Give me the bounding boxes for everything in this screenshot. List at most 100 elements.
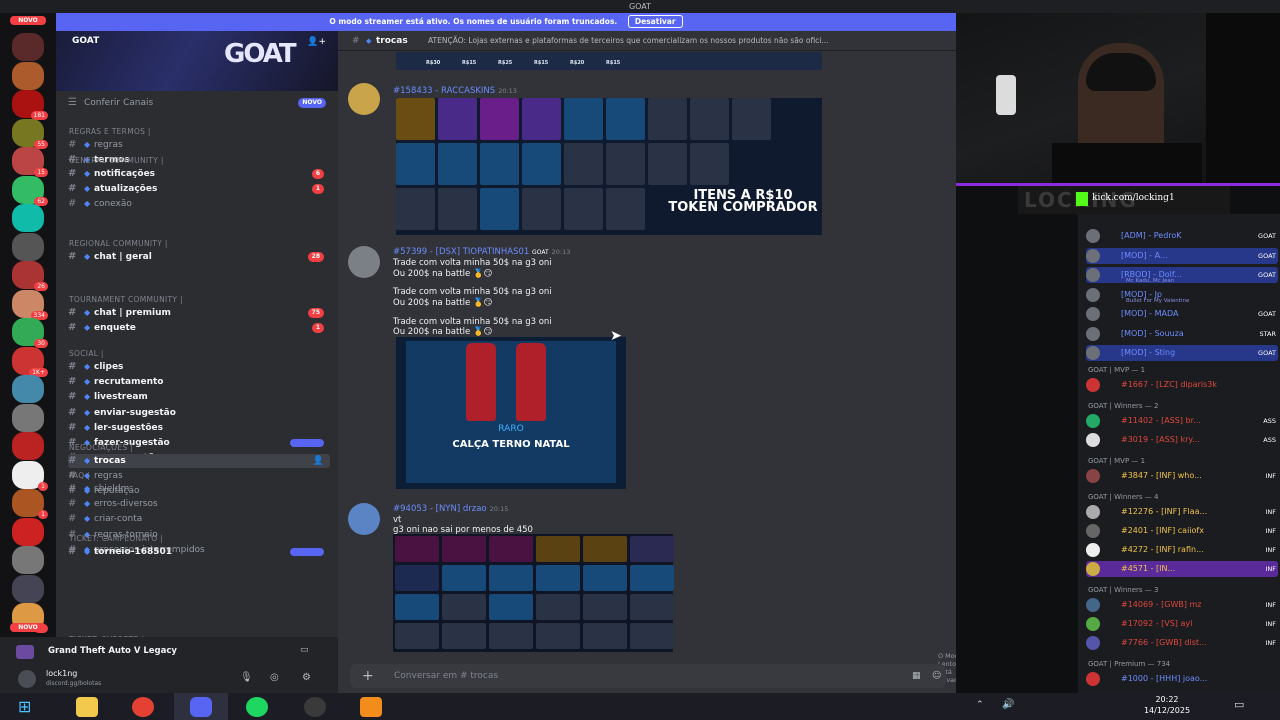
gear-icon[interactable]: ⚙ [302, 672, 311, 683]
server-icon[interactable] [12, 33, 44, 61]
server-icon[interactable]: 181 [12, 90, 48, 120]
headset-icon[interactable]: ◎ [270, 672, 279, 683]
channel-livestream[interactable]: # ◆ livestream [68, 390, 330, 404]
server-icon[interactable] [12, 403, 44, 432]
deactivate-button[interactable]: Desativar [627, 15, 683, 28]
file-explorer-icon[interactable] [76, 697, 98, 717]
channel-criar-conta[interactable]: # ◆ criar-conta [68, 512, 330, 526]
message-author[interactable]: #57399 - [DSX] TIOPATINHAS01 GOAT 20:13 [393, 247, 570, 257]
category-header[interactable]: NEGOCIAÇÕES | [69, 443, 133, 452]
server-icon[interactable]: 1 [12, 460, 48, 491]
server-icon[interactable] [12, 375, 44, 403]
avatar[interactable] [348, 246, 380, 278]
member-row[interactable]: #7766 - [GWB] dist... INF [1086, 635, 1278, 651]
member-row[interactable]: [MOD] - MADA GOAT [1086, 306, 1278, 322]
invite-icon[interactable]: 👤+ [307, 37, 326, 47]
member-row[interactable]: [MOD] - Sting GOAT [1086, 345, 1278, 361]
member-row[interactable]: [MOD] - Souuza STAR [1086, 326, 1278, 342]
server-icon[interactable]: 62 [12, 175, 48, 206]
category-header[interactable]: FAQ | [69, 471, 90, 480]
username[interactable]: lock1ng [46, 669, 77, 678]
server-icon[interactable]: 1 [12, 489, 48, 519]
channel-notifica-es[interactable]: # ◆ notificações 6 [68, 167, 330, 181]
member-row[interactable]: #3847 - [INF] who... INF [1086, 468, 1278, 484]
server-banner[interactable]: GOAT GOAT 👤+ [56, 31, 338, 91]
member-row[interactable]: #1000 - [HHH] joao... [1086, 671, 1278, 687]
message-author[interactable]: #94053 - [NYN] drzao 20:15 [393, 504, 508, 514]
channel-chat-geral[interactable]: # ◆ chat | geral 28 [68, 250, 330, 264]
app-icon[interactable] [360, 697, 382, 717]
channel-shieldm[interactable]: # ◆ shieldm [68, 482, 330, 496]
item-image[interactable]: RARO CALÇA TERNO NATAL [396, 337, 626, 489]
channel-chat-premium[interactable]: # ◆ chat | premium 75 [68, 306, 330, 320]
member-row[interactable]: #14069 - [GWB] mz INF [1086, 597, 1278, 613]
server-icon[interactable] [12, 517, 44, 546]
invite-icon[interactable]: 👤 [313, 454, 324, 468]
member-row[interactable]: #4272 - [INF] rafln... INF [1086, 542, 1278, 558]
browse-channels[interactable]: ☰ Conferir Canais [68, 96, 330, 110]
volume-icon[interactable]: 🔊 [1002, 699, 1014, 710]
channel-regras[interactable]: # ◆ regras [68, 138, 330, 152]
member-row[interactable]: #4571 - [IN... INF [1086, 561, 1278, 577]
avatar[interactable] [18, 670, 36, 688]
member-row[interactable]: #11402 - [ASS] br... ASS [1086, 413, 1278, 429]
emoji-icon[interactable]: ☺ [932, 664, 941, 688]
server-icon[interactable]: 55 [12, 118, 48, 149]
server-icon[interactable] [12, 546, 44, 574]
category-header[interactable]: REGIONAL COMMUNITY | [69, 239, 168, 248]
server-icon[interactable]: 1K+ [12, 346, 48, 377]
channel-conex-o[interactable]: # ◆ conexão [68, 197, 330, 211]
message-image[interactable]: ITENS A R$10 TOKEN COMPRADOR [396, 98, 822, 235]
mic-icon[interactable]: 🎙 [240, 672, 253, 683]
member-row[interactable]: [MOD] - A... GOAT [1086, 247, 1278, 264]
member-row[interactable]: #3019 - [ASS] kry... ASS [1086, 432, 1278, 448]
add-attachment-icon[interactable]: + [362, 664, 374, 688]
server-icon[interactable] [12, 574, 44, 603]
clock-time[interactable]: 20:22 [1144, 695, 1190, 704]
message-image[interactable] [393, 534, 674, 652]
server-icon[interactable] [12, 61, 44, 90]
channel-ler-sugest-es[interactable]: # ◆ ler-sugestões [68, 421, 330, 435]
spotify-icon[interactable] [246, 697, 268, 717]
clock-date[interactable]: 14/12/2025 [1142, 706, 1192, 715]
server-icon[interactable] [12, 204, 44, 232]
channel-atualiza-es[interactable]: # ◆ atualizações 1 [68, 182, 330, 196]
chrome-icon[interactable] [132, 697, 154, 717]
member-row[interactable]: [MOD] - Jp Bullet For My Valentine [1086, 287, 1278, 304]
server-icon[interactable] [12, 232, 44, 261]
member-row[interactable]: #17092 - [VS] ayl INF [1086, 616, 1278, 632]
category-header[interactable]: TICKET: CAMPEONATO | [69, 534, 163, 543]
category-header[interactable]: SOCIAL | [69, 349, 104, 358]
channel-trocas[interactable]: # ◆ trocas 👤 [68, 454, 330, 468]
member-row[interactable]: #2401 - [INF] caiiofx INF [1086, 523, 1278, 539]
channel-torneio-168501[interactable]: # ◆ torneio-168501 [68, 545, 330, 559]
tray-chevron-icon[interactable]: ⌃ [976, 700, 984, 710]
channel-erros-diversos[interactable]: # ◆ erros-diversos [68, 497, 330, 511]
category-header[interactable]: TOURNAMENT COMMUNITY | [69, 295, 183, 304]
previous-message-image[interactable]: R$30 R$15 R$25 R$15 R$20 R$15 [396, 52, 822, 70]
obs-icon[interactable] [304, 697, 326, 717]
server-icon[interactable] [12, 432, 44, 460]
windows-start-icon[interactable]: ⊞ [18, 697, 40, 717]
server-icon[interactable]: 26 [12, 261, 48, 291]
channel-recrutamento[interactable]: # ◆ recrutamento [68, 375, 330, 389]
message-author[interactable]: #158433 - RACCASKINS 20:13 [393, 86, 517, 96]
member-row[interactable]: [ADM] - PedroK GOAT [1086, 228, 1278, 244]
member-row[interactable]: #12276 - [INF] Flaa... INF [1086, 504, 1278, 520]
category-header[interactable]: GENERAL COMMUNITY | [69, 156, 164, 165]
server-icon[interactable]: 334 [12, 289, 48, 320]
message-input[interactable]: + Conversar em # trocas ▦ ☺ [350, 664, 946, 688]
member-row[interactable]: [RBOD] - Dolf... GOAT Mc Kadu, Mc Jean [1086, 267, 1278, 284]
discord-icon[interactable] [190, 697, 212, 717]
server-name[interactable]: GOAT [72, 36, 99, 46]
server-icon[interactable]: 30 [12, 318, 48, 348]
activity-settings-icon[interactable]: ▭ [300, 645, 309, 655]
category-header[interactable]: REGRAS E TERMOS | [69, 127, 151, 136]
channel-enquete[interactable]: # ◆ enquete 1 [68, 321, 330, 335]
member-row[interactable]: #1667 - [LZC] diparis3k [1086, 377, 1278, 393]
notification-icon[interactable]: ▭ [1234, 698, 1244, 711]
gift-icon[interactable]: ▦ [912, 664, 921, 688]
avatar[interactable] [348, 83, 380, 115]
avatar[interactable] [348, 503, 380, 535]
channel-topic[interactable]: ATENÇÃO: Lojas externas e plataformas de… [428, 31, 948, 51]
